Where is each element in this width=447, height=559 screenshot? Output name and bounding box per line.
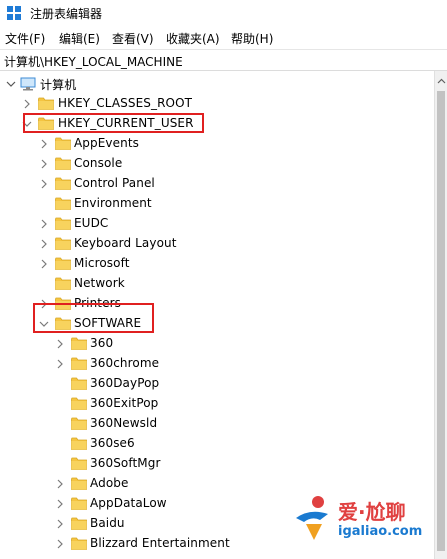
chevron-right-icon[interactable] bbox=[55, 519, 65, 529]
tree-node-label: EUDC bbox=[74, 216, 109, 230]
tree-node-label: Network bbox=[74, 276, 125, 290]
chevron-right-icon[interactable] bbox=[39, 179, 49, 189]
vertical-scrollbar[interactable] bbox=[434, 71, 447, 559]
tree-node-key[interactable]: AppEvents bbox=[0, 134, 430, 154]
chevron-right-icon[interactable] bbox=[39, 159, 49, 169]
tree-node-label: Microsoft bbox=[74, 256, 130, 270]
menu-bar: 文件(F) 编辑(E) 查看(V) 收藏夹(A) 帮助(H) bbox=[0, 26, 447, 50]
tree-node-label: Console bbox=[74, 156, 123, 170]
chevron-right-icon[interactable] bbox=[55, 479, 65, 489]
tree-node-subkey[interactable]: 360 bbox=[0, 334, 430, 354]
folder-icon bbox=[38, 97, 54, 110]
tree-node-key[interactable]: Microsoft bbox=[0, 254, 430, 274]
folder-icon bbox=[71, 457, 87, 470]
folder-icon bbox=[71, 477, 87, 490]
menu-help[interactable]: 帮助(H) bbox=[231, 30, 273, 47]
folder-icon bbox=[55, 257, 71, 270]
tree-node-subkey[interactable]: 360DayPop bbox=[0, 374, 430, 394]
tree-node-hive[interactable]: HKEY_CLASSES_ROOT bbox=[0, 94, 430, 114]
tree-node-label: 360 bbox=[90, 336, 114, 350]
tree-node-key[interactable]: Network bbox=[0, 274, 430, 294]
folder-icon bbox=[71, 397, 87, 410]
tree-node-label: 360DayPop bbox=[90, 376, 160, 390]
folder-icon bbox=[55, 277, 71, 290]
folder-icon bbox=[71, 497, 87, 510]
chevron-down-icon[interactable] bbox=[6, 79, 16, 89]
folder-icon bbox=[55, 137, 71, 150]
tree-node-subkey[interactable]: Adobe bbox=[0, 474, 430, 494]
tree-node-label: Baidu bbox=[90, 516, 125, 530]
menu-favorites[interactable]: 收藏夹(A) bbox=[166, 30, 220, 47]
tree-node-key[interactable]: Keyboard Layout bbox=[0, 234, 430, 254]
tree-node-key[interactable]: Console bbox=[0, 154, 430, 174]
folder-icon bbox=[71, 517, 87, 530]
address-path[interactable]: 计算机\HKEY_LOCAL_MACHINE bbox=[4, 53, 183, 70]
tree-node-label: Environment bbox=[74, 196, 152, 210]
tree-node-label: 360SoftMgr bbox=[90, 456, 161, 470]
scroll-up-icon[interactable] bbox=[437, 75, 446, 84]
chevron-right-icon[interactable] bbox=[39, 239, 49, 249]
menu-edit[interactable]: 编辑(E) bbox=[59, 30, 100, 47]
watermark-cn-text: 爱·尬聊 bbox=[338, 500, 406, 524]
watermark-en-text: igaliao.com bbox=[338, 524, 423, 539]
folder-icon bbox=[55, 217, 71, 230]
highlight-box-software bbox=[33, 303, 154, 333]
folder-icon bbox=[71, 337, 87, 350]
chevron-right-icon[interactable] bbox=[55, 359, 65, 369]
tree-node-label: Keyboard Layout bbox=[74, 236, 177, 250]
title-bar: 注册表编辑器 bbox=[0, 0, 447, 26]
regedit-app-icon bbox=[7, 6, 22, 21]
tree-node-label: AppEvents bbox=[74, 136, 139, 150]
chevron-right-icon[interactable] bbox=[55, 339, 65, 349]
tree-node-subkey[interactable]: 360ExitPop bbox=[0, 394, 430, 414]
tree-node-computer[interactable]: 计算机 bbox=[0, 74, 430, 94]
folder-icon bbox=[55, 157, 71, 170]
folder-icon bbox=[71, 537, 87, 550]
watermark: 爱·尬聊 igaliao.com bbox=[292, 494, 442, 550]
tree-node-key[interactable]: Environment bbox=[0, 194, 430, 214]
tree-node-label: 360chrome bbox=[90, 356, 160, 370]
tree-node-label: HKEY_CLASSES_ROOT bbox=[58, 96, 193, 110]
folder-icon bbox=[71, 357, 87, 370]
menu-file[interactable]: 文件(F) bbox=[5, 30, 45, 47]
tree-node-key[interactable]: Control Panel bbox=[0, 174, 430, 194]
tree-node-subkey[interactable]: 360Newsld bbox=[0, 414, 430, 434]
chevron-right-icon[interactable] bbox=[55, 539, 65, 549]
tree-node-subkey[interactable]: 360chrome bbox=[0, 354, 430, 374]
chevron-right-icon[interactable] bbox=[22, 99, 32, 109]
address-bar[interactable]: 计算机\HKEY_LOCAL_MACHINE bbox=[0, 50, 447, 71]
chevron-right-icon[interactable] bbox=[55, 499, 65, 509]
tree-node-label: AppDataLow bbox=[90, 496, 167, 510]
folder-icon bbox=[71, 437, 87, 450]
tree-node-subkey[interactable]: 360se6 bbox=[0, 434, 430, 454]
tree-node-label: Control Panel bbox=[74, 176, 155, 190]
folder-icon bbox=[55, 197, 71, 210]
tree-node-key[interactable]: EUDC bbox=[0, 214, 430, 234]
menu-view[interactable]: 查看(V) bbox=[112, 30, 154, 47]
tree-node-label: Blizzard Entertainment bbox=[90, 536, 230, 550]
tree-node-label: 360ExitPop bbox=[90, 396, 159, 410]
watermark-logo-icon bbox=[292, 494, 334, 544]
scrollbar-thumb[interactable] bbox=[437, 91, 445, 551]
tree-node-label: 计算机 bbox=[40, 78, 77, 92]
window-title: 注册表编辑器 bbox=[30, 7, 103, 21]
chevron-right-icon[interactable] bbox=[39, 139, 49, 149]
tree-node-subkey[interactable]: 360SoftMgr bbox=[0, 454, 430, 474]
folder-icon bbox=[71, 377, 87, 390]
folder-icon bbox=[55, 237, 71, 250]
tree-node-label: Adobe bbox=[90, 476, 129, 490]
chevron-right-icon[interactable] bbox=[39, 259, 49, 269]
computer-icon bbox=[20, 77, 36, 91]
folder-icon bbox=[71, 417, 87, 430]
tree-node-label: 360se6 bbox=[90, 436, 135, 450]
tree-node-label: 360Newsld bbox=[90, 416, 158, 430]
folder-icon bbox=[55, 177, 71, 190]
chevron-right-icon[interactable] bbox=[39, 219, 49, 229]
highlight-box-hkcu bbox=[23, 113, 204, 133]
